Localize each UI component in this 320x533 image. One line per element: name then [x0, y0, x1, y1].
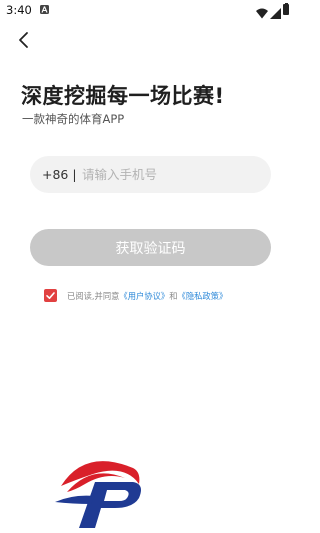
- signal-icon: [270, 4, 281, 23]
- brand-logo: [55, 454, 145, 529]
- chevron-left-icon: [19, 32, 28, 48]
- back-button[interactable]: [12, 28, 36, 52]
- privacy-policy-link[interactable]: 《隐私政策》: [178, 291, 228, 301]
- agreement-prefix: 已阅读,并同意: [67, 291, 120, 301]
- status-time: 3:40: [6, 3, 32, 17]
- a-letter-icon: [40, 5, 49, 14]
- country-code[interactable]: +86 |: [42, 167, 77, 182]
- agreement-row: 已阅读,并同意《用户协议》和《隐私政策》: [44, 288, 284, 304]
- get-code-button[interactable]: 获取验证码: [30, 229, 271, 266]
- status-bar: 3:40: [0, 0, 300, 20]
- battery-icon: [283, 2, 289, 15]
- checkmark-icon: [46, 292, 55, 299]
- page-subtitle: 一款神奇的体育APP: [22, 112, 125, 126]
- page-title: 深度挖掘每一场比赛!: [21, 84, 225, 108]
- agreement-checkbox[interactable]: [44, 289, 57, 302]
- login-screen: 3:40 深度挖掘每一场比赛! 一款神奇的体育APP +86 | 获取验证码 已…: [0, 0, 300, 533]
- wifi-icon: [256, 4, 268, 23]
- phone-field[interactable]: +86 |: [30, 156, 271, 193]
- user-agreement-link[interactable]: 《用户协议》: [119, 291, 169, 301]
- agreement-text: 已阅读,并同意《用户协议》和《隐私政策》: [67, 290, 227, 302]
- phone-input[interactable]: [82, 162, 262, 187]
- agreement-conjunction: 和: [169, 291, 178, 301]
